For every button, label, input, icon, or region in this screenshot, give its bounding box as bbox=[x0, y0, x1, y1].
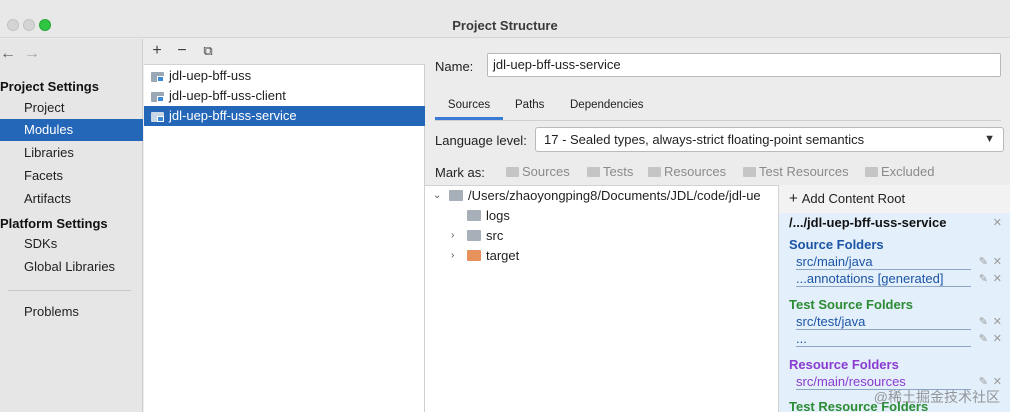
edit-icon[interactable]: ✎ bbox=[979, 272, 988, 285]
forward-arrow-icon[interactable]: → bbox=[24, 45, 40, 63]
folder-icon bbox=[587, 167, 600, 177]
edit-icon[interactable]: ✎ bbox=[979, 255, 988, 268]
mark-resources-label: Resources bbox=[664, 164, 727, 179]
edit-icon[interactable]: ✎ bbox=[979, 332, 988, 345]
module-toolbar: + − ⧉ bbox=[144, 39, 425, 65]
sidebar-item-problems[interactable]: Problems bbox=[0, 301, 143, 323]
name-label: Name: bbox=[435, 59, 474, 74]
test-source-folder-entry: src/test/java bbox=[796, 314, 971, 330]
mark-resources-button[interactable]: Resources bbox=[648, 163, 726, 181]
edit-icon[interactable]: ✎ bbox=[979, 315, 988, 328]
platform-settings-header: Platform Settings bbox=[0, 216, 108, 231]
module-label: jdl-uep-bff-uss-service bbox=[169, 108, 297, 123]
module-folder-icon bbox=[151, 90, 165, 102]
sidebar-item-project[interactable]: Project bbox=[0, 97, 143, 119]
tree-logs-label: logs bbox=[486, 208, 510, 223]
chevron-right-icon[interactable]: › bbox=[451, 246, 461, 266]
project-settings-header: Project Settings bbox=[0, 79, 99, 94]
tab-paths[interactable]: Paths bbox=[515, 94, 544, 120]
tree-target-label: target bbox=[486, 248, 520, 263]
module-item-jdl-uep-bff-uss[interactable]: jdl-uep-bff-uss bbox=[144, 66, 425, 86]
folder-icon bbox=[467, 230, 481, 241]
test-source-folder-entry: ... bbox=[796, 331, 971, 347]
window-title: Project Structure bbox=[452, 18, 558, 33]
tab-dependencies[interactable]: Dependencies bbox=[570, 94, 644, 120]
close-icon[interactable]: ✕ bbox=[993, 332, 1002, 345]
watermark: @稀土掘金技术社区 bbox=[873, 389, 1000, 405]
mark-test-resources-label: Test Resources bbox=[759, 164, 849, 179]
excluded-folder-icon bbox=[467, 250, 481, 261]
title-bar: Project Structure bbox=[0, 0, 1010, 38]
language-level-select[interactable]: 17 - Sealed types, always-strict floatin… bbox=[535, 127, 1004, 152]
remove-icon[interactable]: − bbox=[173, 42, 191, 60]
chevron-down-icon[interactable]: ⌄ bbox=[433, 186, 443, 206]
mark-sources-label: Sources bbox=[522, 164, 570, 179]
sidebar-item-artifacts[interactable]: Artifacts bbox=[0, 188, 143, 210]
mark-as-label: Mark as: bbox=[435, 165, 485, 180]
close-icon[interactable]: ✕ bbox=[993, 315, 1002, 328]
content-root-path: /.../jdl-uep-bff-uss-service bbox=[789, 215, 947, 230]
folder-icon bbox=[865, 167, 878, 177]
mark-test-resources-button[interactable]: Test Resources bbox=[743, 163, 849, 181]
tab-sources[interactable]: Sources bbox=[435, 94, 503, 120]
sidebar-item-sdks[interactable]: SDKs bbox=[0, 233, 143, 255]
plus-icon: + bbox=[789, 190, 798, 207]
module-folder-icon bbox=[151, 70, 165, 82]
module-item-jdl-uep-bff-uss-service[interactable]: jdl-uep-bff-uss-service bbox=[144, 106, 425, 126]
tree-src-label: src bbox=[486, 228, 504, 243]
source-folders-title: Source Folders bbox=[789, 237, 884, 252]
mark-sources-button[interactable]: Sources bbox=[506, 163, 570, 181]
source-folder-entry: src/main/java bbox=[796, 254, 971, 270]
add-content-root-button[interactable]: + Add Content Root bbox=[779, 185, 1010, 213]
resource-folders-title: Resource Folders bbox=[789, 357, 899, 372]
module-label: jdl-uep-bff-uss bbox=[169, 68, 252, 83]
folder-icon bbox=[449, 190, 463, 201]
add-content-root-label: Add Content Root bbox=[801, 191, 906, 206]
content-root-panel: + Add Content Root /.../jdl-uep-bff-uss-s… bbox=[778, 185, 1010, 412]
module-item-jdl-uep-bff-uss-client[interactable]: jdl-uep-bff-uss-client bbox=[144, 86, 425, 106]
module-list: + − ⧉ jdl-uep-bff-uss jdl-uep-bff-uss-cl… bbox=[144, 39, 425, 412]
module-name-input[interactable]: jdl-uep-bff-uss-service bbox=[487, 53, 1001, 77]
language-level-label: Language level: bbox=[435, 133, 527, 148]
module-label: jdl-uep-bff-uss-client bbox=[169, 88, 286, 103]
sidebar-item-global-libraries[interactable]: Global Libraries bbox=[0, 256, 143, 278]
source-tree: ⌄ /Users/zhaoyongping8/Documents/JDL/cod… bbox=[425, 185, 780, 412]
mark-tests-label: Tests bbox=[603, 164, 634, 179]
sidebar-item-facets[interactable]: Facets bbox=[0, 165, 143, 187]
sidebar-divider bbox=[8, 290, 131, 291]
sidebar-item-libraries[interactable]: Libraries bbox=[0, 142, 143, 164]
language-level-value: 17 - Sealed types, always-strict floatin… bbox=[544, 132, 865, 147]
mark-excluded-button[interactable]: Excluded bbox=[865, 163, 934, 181]
add-icon[interactable]: + bbox=[148, 42, 166, 60]
close-icon[interactable]: ✕ bbox=[993, 272, 1002, 285]
close-icon[interactable]: ✕ bbox=[993, 216, 1002, 229]
folder-icon bbox=[743, 167, 756, 177]
sidebar-item-modules[interactable]: Modules bbox=[0, 119, 143, 141]
chevron-down-icon: ▼ bbox=[984, 133, 995, 145]
settings-sidebar: ← → Project Settings Project Modules Lib… bbox=[0, 39, 143, 412]
mark-tests-button[interactable]: Tests bbox=[587, 163, 633, 181]
source-folder-entry: ...annotations [generated] bbox=[796, 271, 971, 287]
mark-excluded-label: Excluded bbox=[881, 164, 935, 179]
folder-icon bbox=[506, 167, 519, 177]
copy-icon[interactable]: ⧉ bbox=[199, 42, 217, 60]
back-arrow-icon[interactable]: ← bbox=[0, 45, 16, 63]
module-folder-icon bbox=[151, 110, 165, 122]
module-details: Name: jdl-uep-bff-uss-service Sources Pa… bbox=[425, 39, 1010, 412]
folder-icon bbox=[648, 167, 661, 177]
tree-row-logs[interactable]: logs bbox=[467, 206, 510, 226]
test-source-folders-title: Test Source Folders bbox=[789, 297, 914, 312]
chevron-right-icon[interactable]: › bbox=[451, 226, 461, 246]
tabs-divider bbox=[435, 120, 1001, 121]
tree-root-label: /Users/zhaoyongping8/Documents/JDL/code/… bbox=[468, 188, 761, 203]
folder-icon bbox=[467, 210, 481, 221]
close-icon[interactable]: ✕ bbox=[993, 255, 1002, 268]
